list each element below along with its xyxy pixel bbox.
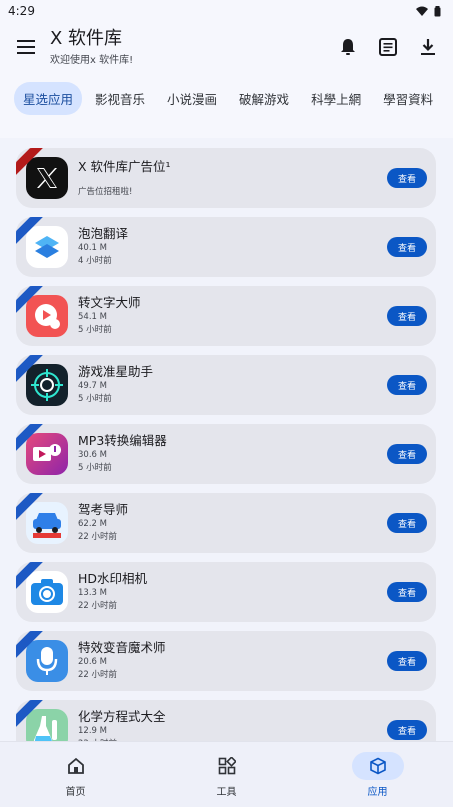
app-note: 广告位招租啦! [78, 187, 133, 197]
nav-icon-wrap [201, 752, 253, 780]
app-name: 游戏准星助手 [78, 364, 154, 379]
app-info: 转文字大师 54.1 M 5 小时前 [78, 295, 387, 337]
app-info: X 软件库广告位¹ 广告位招租啦! [78, 159, 387, 197]
nav-label-home: 首页 [65, 786, 86, 798]
downloads-button[interactable] [415, 34, 441, 60]
tab-vpn[interactable]: 科學上網 [302, 82, 370, 115]
app-info: HD水印相机 13.3 M 22 小时前 [78, 571, 387, 613]
list-item[interactable]: 游戏准星助手 49.7 M 5 小时前 查看 [16, 355, 436, 415]
title-block: X 软件库 欢迎使用x 软件库! [50, 27, 335, 66]
tab-cracked-games[interactable]: 破解游戏 [230, 82, 298, 115]
watermark-camera-icon [26, 571, 68, 613]
view-button[interactable]: 查看 [387, 237, 427, 257]
menu-button[interactable] [14, 35, 38, 59]
app-name: 驾考导师 [78, 502, 129, 517]
status-bar: 4:29 [0, 0, 453, 22]
microphone-icon [26, 640, 68, 682]
app-size: 13.3 M [78, 588, 107, 598]
translate-bubble-icon [26, 226, 68, 268]
notes-button[interactable] [375, 34, 401, 60]
app-info: 游戏准星助手 49.7 M 5 小时前 [78, 364, 387, 406]
view-button[interactable]: 查看 [387, 306, 427, 326]
music-convert-icon [26, 433, 68, 475]
list-item[interactable]: 驾考导师 62.2 M 22 小时前 查看 [16, 493, 436, 553]
list-item[interactable]: X 软件库广告位¹ 广告位招租啦! 查看 [16, 148, 436, 208]
app-size: 49.7 M [78, 381, 107, 391]
app-info: 特效变音魔术师 20.6 M 22 小时前 [78, 640, 387, 682]
appbar-actions [335, 34, 441, 60]
nav-label-tools: 工具 [216, 786, 237, 798]
nav-item-tools[interactable]: 工具 [172, 752, 282, 798]
app-name: 化学方程式大全 [78, 709, 166, 724]
tab-study-materials[interactable]: 學習資料 [374, 82, 442, 115]
apps-cube-icon [369, 757, 386, 774]
category-tabs: 星选应用 影视音乐 小说漫画 破解游戏 科學上網 學習資料 [0, 72, 453, 124]
list-item[interactable]: HD水印相机 13.3 M 22 小时前 查看 [16, 562, 436, 622]
view-button[interactable]: 查看 [387, 375, 427, 395]
car-icon [26, 502, 68, 544]
app-size: 30.6 M [78, 450, 107, 460]
nav-icon-wrap [351, 751, 404, 780]
app-info: 驾考导师 62.2 M 22 小时前 [78, 502, 387, 544]
view-button[interactable]: 查看 [387, 651, 427, 671]
app-updated-time: 5 小时前 [78, 394, 112, 404]
nav-icon-wrap [50, 752, 102, 780]
app-list: X 软件库广告位¹ 广告位招租啦! 查看 泡泡翻译 40.1 M 4 小时前 查… [0, 138, 453, 760]
app-name: MP3转换编辑器 [78, 433, 167, 448]
tab-featured-apps[interactable]: 星选应用 [14, 81, 83, 115]
tools-icon [218, 756, 236, 774]
app-size: 20.6 M [78, 657, 107, 667]
nav-label-apps: 应用 [367, 786, 388, 798]
crosshair-icon [26, 364, 68, 406]
app-name: 转文字大师 [78, 295, 141, 310]
app-updated-time: 5 小时前 [78, 325, 112, 335]
nav-item-home[interactable]: 首页 [21, 752, 131, 798]
app-name: HD水印相机 [78, 571, 148, 586]
document-list-icon [379, 38, 397, 56]
list-item[interactable]: 特效变音魔术师 20.6 M 22 小时前 查看 [16, 631, 436, 691]
list-item[interactable]: 转文字大师 54.1 M 5 小时前 查看 [16, 286, 436, 346]
battery-icon [434, 5, 441, 16]
list-item[interactable]: 泡泡翻译 40.1 M 4 小时前 查看 [16, 217, 436, 277]
tab-video-music[interactable]: 影视音乐 [86, 82, 154, 115]
app-name: X 软件库广告位¹ [78, 159, 171, 174]
app-updated-time: 4 小时前 [78, 256, 112, 266]
app-subtitle: 欢迎使用x 软件库! [50, 54, 134, 66]
app-info: MP3转换编辑器 30.6 M 5 小时前 [78, 433, 387, 475]
home-icon [67, 757, 84, 774]
app-size: 54.1 M [78, 312, 107, 322]
nav-item-apps[interactable]: 应用 [323, 751, 433, 798]
view-button[interactable]: 查看 [387, 513, 427, 533]
tab-novels-comics[interactable]: 小说漫画 [158, 82, 226, 115]
app-name: 特效变音魔术师 [78, 640, 166, 655]
app-bar: X 软件库 欢迎使用x 软件库! [0, 22, 453, 72]
download-icon [421, 39, 435, 55]
app-updated-time: 22 小时前 [78, 601, 118, 611]
app-size: 12.9 M [78, 726, 107, 736]
view-button[interactable]: 查看 [387, 720, 427, 740]
app-info: 泡泡翻译 40.1 M 4 小时前 [78, 226, 387, 268]
app-updated-time: 22 小时前 [78, 670, 118, 680]
bell-icon [341, 39, 355, 55]
video-to-text-icon [26, 295, 68, 337]
status-icons [416, 5, 441, 17]
header-bottom-space [0, 124, 453, 138]
wifi-icon [416, 6, 428, 16]
app-size: 40.1 M [78, 243, 107, 253]
bottom-navigation: 首页 工具 应用 [0, 741, 453, 807]
app-updated-time: 22 小时前 [78, 532, 118, 542]
x-logo-icon [26, 157, 68, 199]
app-updated-time: 5 小时前 [78, 463, 112, 473]
app-title: X 软件库 [50, 27, 123, 49]
view-button[interactable]: 查看 [387, 168, 427, 188]
view-button[interactable]: 查看 [387, 444, 427, 464]
view-button[interactable]: 查看 [387, 582, 427, 602]
app-size: 62.2 M [78, 519, 107, 529]
hamburger-menu-icon [17, 40, 35, 54]
list-item[interactable]: MP3转换编辑器 30.6 M 5 小时前 查看 [16, 424, 436, 484]
app-name: 泡泡翻译 [78, 226, 129, 241]
notifications-button[interactable] [335, 34, 361, 60]
status-time: 4:29 [8, 4, 35, 18]
